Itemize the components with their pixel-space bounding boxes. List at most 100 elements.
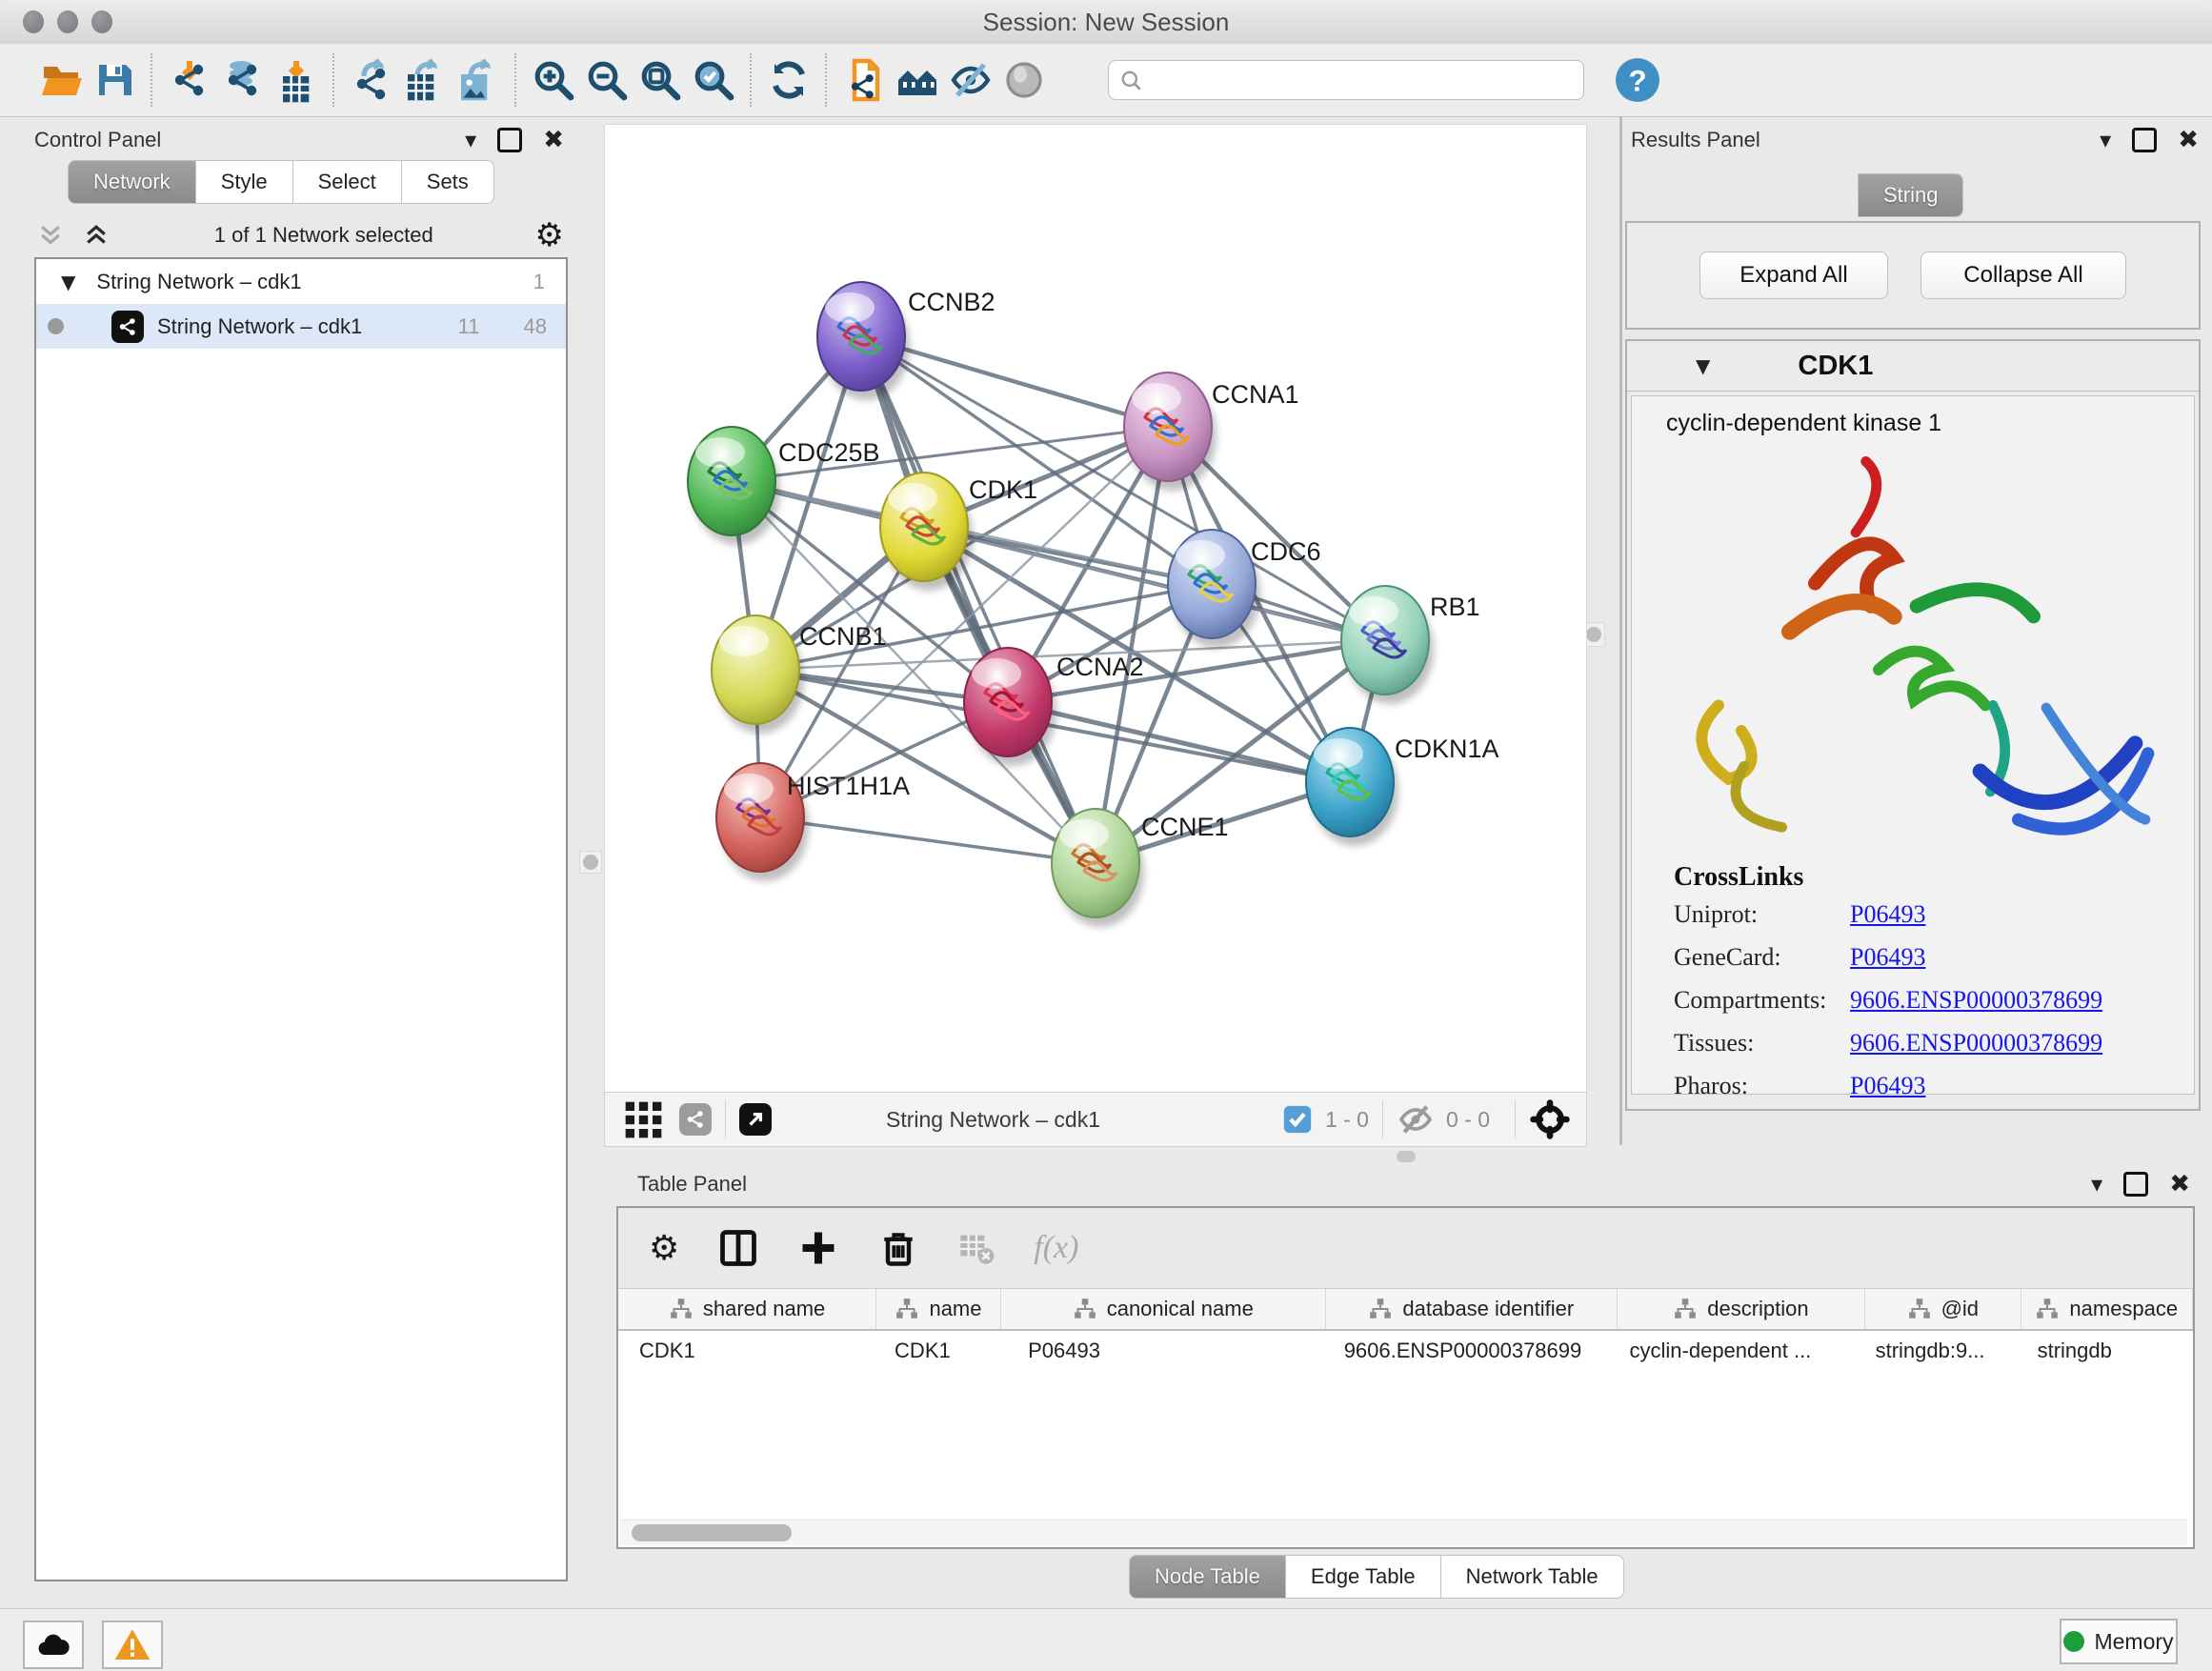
save-session-button[interactable]	[88, 52, 141, 108]
scrollbar-thumb[interactable]	[632, 1524, 792, 1541]
zoom-fit-button[interactable]	[633, 52, 687, 108]
column-header--id[interactable]: @id	[1865, 1289, 2021, 1329]
trash-icon[interactable]	[877, 1227, 919, 1269]
panel-menu-icon[interactable]: ▾	[2091, 1171, 2102, 1198]
table-cell[interactable]: P06493	[1007, 1331, 1323, 1371]
left-splitter-handle[interactable]	[579, 851, 602, 874]
column-type-icon	[895, 1297, 919, 1321]
column-header-name[interactable]: name	[876, 1289, 1001, 1329]
columns-icon[interactable]	[717, 1227, 759, 1269]
network-collection-row[interactable]: ▼ String Network – cdk1 1	[36, 259, 566, 304]
grid-view-icon[interactable]	[624, 1100, 662, 1138]
crosslink-link[interactable]: 9606.ENSP00000378699	[1850, 1029, 2102, 1057]
import-network-button[interactable]	[163, 52, 216, 108]
open-external-icon[interactable]	[739, 1103, 772, 1136]
collapse-all-button[interactable]: Collapse All	[1920, 252, 2126, 299]
column-header-database-identifier[interactable]: database identifier	[1326, 1289, 1618, 1329]
refresh-button[interactable]	[762, 52, 815, 108]
table-cell[interactable]: stringdb:9...	[1855, 1331, 2017, 1371]
column-header-canonical-name[interactable]: canonical name	[1001, 1289, 1326, 1329]
collapse-all-icon[interactable]	[34, 221, 67, 250]
table-cell[interactable]: stringdb	[2017, 1331, 2193, 1371]
open-session-button[interactable]	[34, 52, 88, 108]
tab-node-table[interactable]: Node Table	[1129, 1555, 1286, 1599]
node-CDC25B[interactable]: CDC25B	[688, 427, 880, 545]
node-CCNB2[interactable]: CCNB2	[817, 282, 995, 400]
panel-float-icon[interactable]	[2132, 128, 2157, 152]
search-input[interactable]	[1108, 60, 1584, 100]
export-image-button[interactable]	[452, 52, 505, 108]
import-database-button[interactable]	[216, 52, 270, 108]
panel-close-icon[interactable]: ✖	[2169, 1170, 2190, 1198]
export-table-button[interactable]	[398, 52, 452, 108]
memory-button[interactable]: Memory	[2060, 1619, 2178, 1664]
tab-select[interactable]: Select	[293, 160, 402, 204]
results-splitter[interactable]	[1619, 116, 1622, 1145]
selected-checkbox-icon[interactable]	[1281, 1103, 1314, 1136]
warnings-button[interactable]	[102, 1621, 163, 1669]
panel-menu-icon[interactable]: ▾	[465, 127, 476, 153]
network-view-canvas[interactable]: CCNB2CCNA1CDC25BCDK1CDC6RB1CCNB1CCNA2CDK…	[604, 124, 1587, 1094]
import-table-button[interactable]	[270, 52, 323, 108]
bottom-splitter-handle[interactable]	[1397, 1151, 1416, 1162]
table-horizontal-scrollbar[interactable]	[620, 1520, 2187, 1545]
tab-network[interactable]: Network	[68, 160, 196, 204]
column-header-shared-name[interactable]: shared name	[618, 1289, 876, 1329]
string-tools-icon[interactable]	[679, 1103, 712, 1136]
crosslink-link[interactable]: P06493	[1850, 900, 1925, 929]
panel-float-icon[interactable]	[497, 128, 522, 152]
zoom-in-button[interactable]	[527, 52, 580, 108]
table-cell[interactable]: CDK1	[618, 1331, 874, 1371]
edge-CCNA2-CDKN1A[interactable]	[1008, 702, 1350, 782]
node-HIST1H1A[interactable]: HIST1H1A	[716, 763, 910, 881]
edge-HIST1H1A-CCNE1[interactable]	[760, 817, 1096, 863]
node-CCNB1[interactable]: CCNB1	[712, 615, 887, 734]
node-table: ⚙f(x) shared namenamecanonical namedatab…	[616, 1206, 2195, 1549]
table-cell[interactable]: cyclin-dependent ...	[1609, 1331, 1855, 1371]
crosslink-link[interactable]: P06493	[1850, 943, 1925, 972]
crosslinks-title: CrossLinks	[1674, 862, 2194, 893]
node-RB1[interactable]: RB1	[1341, 586, 1480, 704]
panel-float-icon[interactable]	[2123, 1172, 2148, 1197]
table-cell[interactable]: CDK1	[874, 1331, 1007, 1371]
birdseye-view-icon[interactable]	[1529, 1098, 1571, 1140]
gene-header-row[interactable]: ▼ CDK1	[1627, 341, 2199, 392]
expand-all-icon[interactable]	[80, 221, 112, 250]
tab-edge-table[interactable]: Edge Table	[1286, 1555, 1441, 1599]
table-cell[interactable]: 9606.ENSP00000378699	[1323, 1331, 1609, 1371]
panel-close-icon[interactable]: ✖	[2178, 126, 2199, 154]
gene-description: cyclin-dependent kinase 1	[1632, 396, 2194, 437]
expand-all-button[interactable]: Expand All	[1699, 252, 1888, 299]
string-home-button[interactable]	[891, 52, 944, 108]
network-row[interactable]: String Network – cdk1 11 48	[36, 304, 566, 349]
panel-close-icon[interactable]: ✖	[543, 126, 564, 154]
crosslink-link[interactable]: P06493	[1850, 1072, 1925, 1100]
export-network-button[interactable]	[345, 52, 398, 108]
tab-string[interactable]: String	[1858, 173, 1963, 217]
node-CDKN1A[interactable]: CDKN1A	[1306, 728, 1499, 846]
tab-network-table[interactable]: Network Table	[1441, 1555, 1624, 1599]
column-header-description[interactable]: description	[1618, 1289, 1865, 1329]
gene-expander-icon[interactable]: ▼	[1696, 354, 1710, 377]
zoom-out-button[interactable]	[580, 52, 633, 108]
window-title: Session: New Session	[0, 8, 2212, 37]
crosslink-link[interactable]: 9606.ENSP00000378699	[1850, 986, 2102, 1015]
tab-sets[interactable]: Sets	[402, 160, 494, 204]
panel-menu-icon[interactable]: ▾	[2100, 127, 2111, 153]
hide-glyph-button[interactable]	[944, 52, 997, 108]
gene-name: CDK1	[1798, 351, 1873, 382]
add-icon[interactable]	[797, 1227, 839, 1269]
gear-icon[interactable]: ⚙	[649, 1229, 679, 1268]
table-row[interactable]: CDK1CDK1P064939606.ENSP00000378699cyclin…	[618, 1331, 2193, 1371]
tab-style[interactable]: Style	[196, 160, 293, 204]
node-label-CDC25B: CDC25B	[778, 438, 880, 467]
tree-expander-icon[interactable]: ▼	[61, 271, 75, 293]
open-file-share-button[interactable]	[837, 52, 891, 108]
help-button[interactable]: ?	[1611, 52, 1664, 108]
network-options-gear-icon[interactable]: ⚙	[535, 216, 564, 254]
node-CCNA1[interactable]: CCNA1	[1124, 372, 1299, 491]
presentation-eye-button[interactable]	[997, 52, 1051, 108]
cloud-status-button[interactable]	[23, 1621, 84, 1669]
column-header-namespace[interactable]: namespace	[2021, 1289, 2193, 1329]
zoom-selected-button[interactable]	[687, 52, 740, 108]
